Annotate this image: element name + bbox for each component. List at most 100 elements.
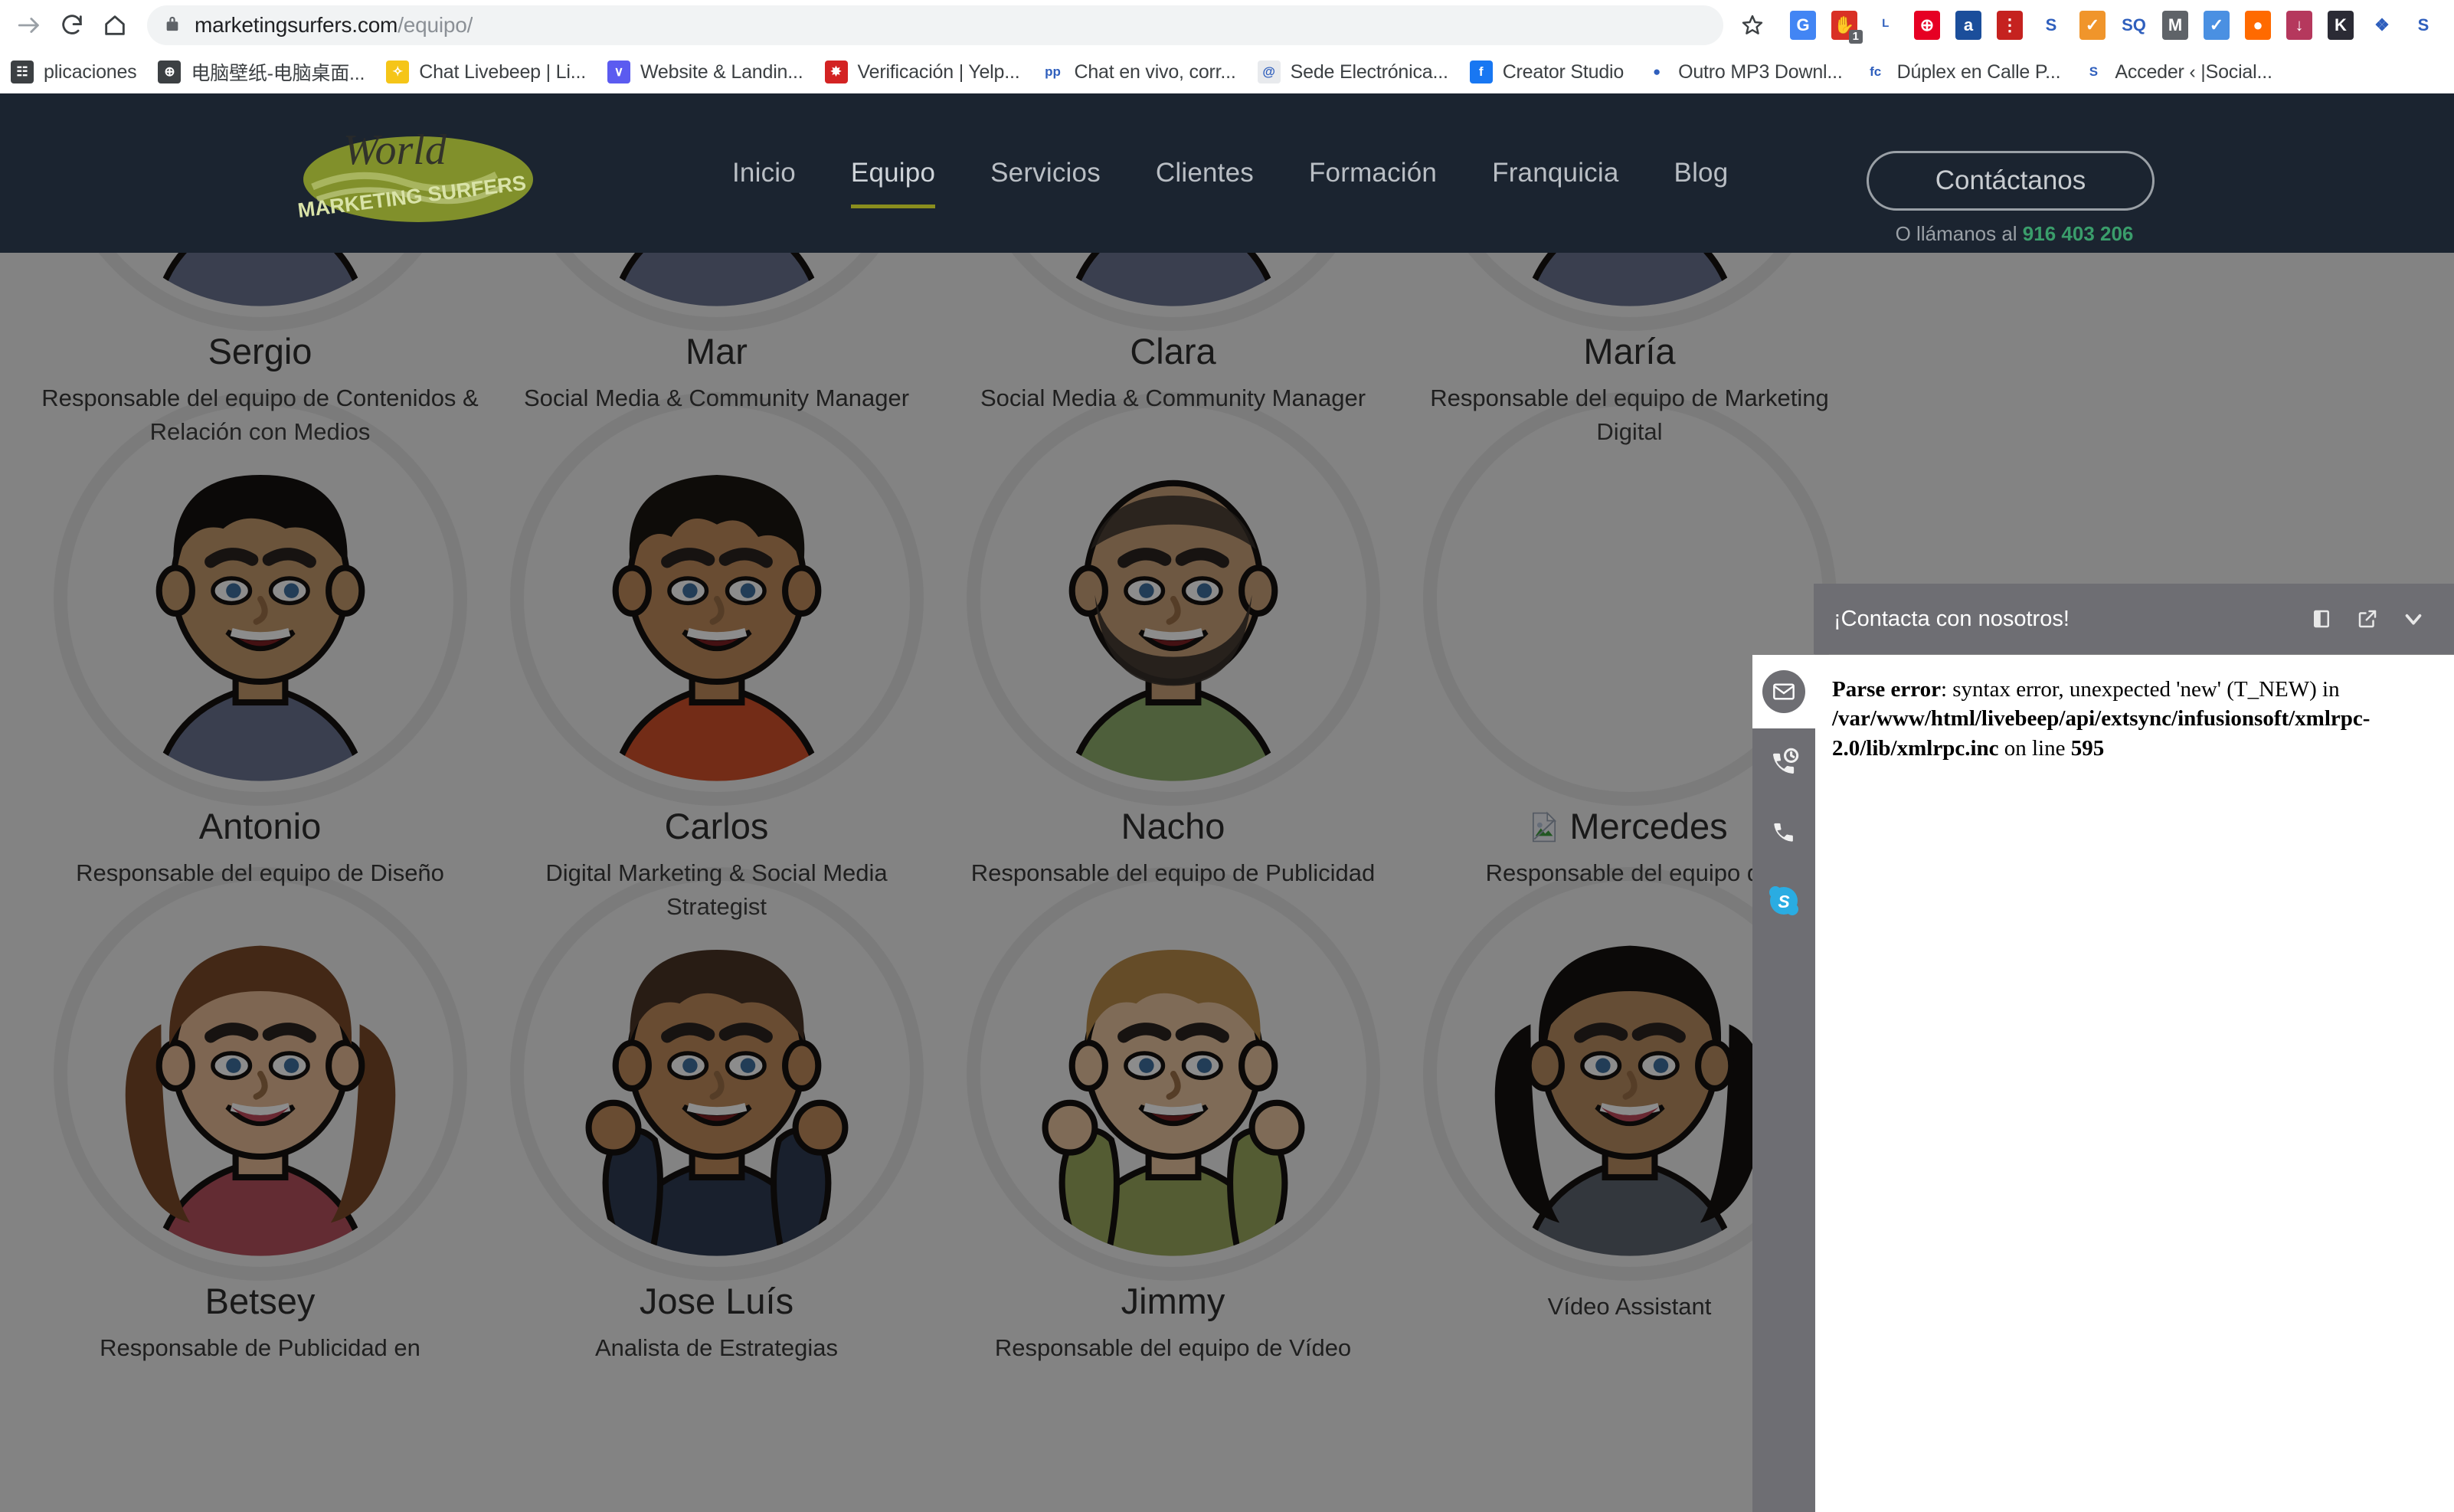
puzzle-extensions-menu[interactable]: ❖ <box>2362 4 2402 47</box>
phone-channel-button[interactable] <box>1752 797 1815 866</box>
bookmark-10[interactable]: S Acceder ‹ |Social... <box>2071 55 2282 89</box>
nav-item-label: Blog <box>1674 158 1729 188</box>
google-translate-extension[interactable]: G <box>1783 4 1823 47</box>
analytics-extension[interactable]: ᴸ <box>1866 4 1906 47</box>
nav-item-franquicia[interactable]: Franquicia <box>1464 158 1646 188</box>
home-button[interactable] <box>93 4 136 47</box>
bookmark-9[interactable]: fc Dúplex en Calle P... <box>1854 55 2072 89</box>
bookmark-0[interactable]: ☷ plicaciones <box>0 55 147 89</box>
bookmark-label: Acceder ‹ |Social... <box>2115 61 2272 83</box>
minimize-button[interactable] <box>2393 598 2434 640</box>
livebeep-extension[interactable]: S <box>2403 4 2443 47</box>
livebeep-chat-widget: ¡Contacta con nosotros! S Parse error: s… <box>1752 584 2454 1512</box>
majestic-extension[interactable]: M <box>2155 4 2195 47</box>
member-name: Antonio <box>198 806 322 846</box>
svg-text:World: World <box>343 126 447 174</box>
member-name: Sergio <box>208 331 312 371</box>
moz-extension-glyph: ⋮ <box>1997 11 2023 40</box>
site-logo[interactable]: World MARKETING SURFERS <box>282 116 573 231</box>
phone-number[interactable]: 916 403 206 <box>2023 222 2134 245</box>
reload-icon <box>62 15 82 34</box>
phone-line: O llámanos al 916 403 206 <box>1869 222 2160 246</box>
phone-prefix: O llámanos al <box>1895 222 2023 245</box>
bookmark-label: Creator Studio <box>1502 61 1625 83</box>
team-member-card[interactable]: Nacho Responsable del equipo de Publicida… <box>950 392 1396 890</box>
yelp-icon: ✸ <box>824 61 848 83</box>
analytics-extension-glyph: ᴸ <box>1873 11 1899 40</box>
team-member-card[interactable]: Betsey Responsable de Publicidad en <box>37 867 483 1365</box>
extensions-strip: G ✋ 1 ᴸ ⊕ a ⋮ S ✓ SQ M ✓ ● ↓ K ❖ S <box>1783 4 2446 47</box>
dock-panel-button[interactable] <box>2301 598 2342 640</box>
skype-icon: S <box>1769 886 1798 915</box>
member-name: Betsey <box>204 1281 316 1321</box>
bookmark-star-button[interactable] <box>1731 5 1774 45</box>
bookmark-label: plicaciones <box>44 61 137 83</box>
bookmark-3[interactable]: ∨ Website & Landin... <box>597 55 814 89</box>
browser-toolbar: marketingsurfers.com/equipo/ G ✋ 1 ᴸ ⊕ a ⋮ S ✓ SQ… <box>0 0 2454 51</box>
nav-item-inicio[interactable]: Inicio <box>705 158 823 188</box>
moz-extension[interactable]: ⋮ <box>1990 4 2030 47</box>
semrush-extension[interactable]: S <box>2031 4 2071 47</box>
avatar <box>509 867 924 1281</box>
team-member-card[interactable]: Jose Luís Analista de Estrategias <box>493 867 940 1365</box>
member-name: María <box>1583 331 1676 371</box>
nav-item-label: Clientes <box>1155 158 1254 188</box>
avatar-illustration <box>54 392 467 806</box>
avatar-illustration <box>967 392 1380 806</box>
adblock-extension[interactable]: ✋ 1 <box>1824 4 1864 47</box>
blue-check-extension-glyph: ✓ <box>2204 11 2230 40</box>
seoquake-extension[interactable]: SQ <box>2114 4 2154 47</box>
chat-header: ¡Contacta con nosotros! <box>1814 584 2454 654</box>
nav-item-blog[interactable]: Blog <box>1647 158 1756 188</box>
bookmark-2[interactable]: ✧ Chat Livebeep | Li... <box>375 55 597 89</box>
pipedrive-icon: pp <box>1041 61 1065 83</box>
blue-check-extension[interactable]: ✓ <box>2197 4 2236 47</box>
bookmark-8[interactable]: ● Outro MP3 Downl... <box>1634 55 1854 89</box>
contact-button[interactable]: Contáctanos <box>1867 151 2155 211</box>
avatar-illustration <box>510 867 924 1281</box>
popout-window-button[interactable] <box>2347 598 2388 640</box>
arrow-right-icon <box>18 18 39 33</box>
callback-channel-button[interactable] <box>1752 728 1815 797</box>
nav-item-formacin[interactable]: Formación <box>1281 158 1464 188</box>
nav-item-equipo[interactable]: Equipo <box>823 158 963 208</box>
bookmark-1[interactable]: ⊕ 电脑壁纸-电脑桌面... <box>147 55 375 89</box>
puzzle-extensions-menu-glyph: ❖ <box>2369 11 2395 40</box>
site-nav: Inicio Equipo Servicios Clientes Formación Fr… <box>705 93 1755 253</box>
fotocasa-icon: fc <box>1863 61 1887 83</box>
bookmark-6[interactable]: @ Sede Electrónica... <box>1247 55 1459 89</box>
check-orange-extension[interactable]: ✓ <box>2073 4 2112 47</box>
skype-channel-button[interactable]: S <box>1752 866 1815 935</box>
facebook-icon: f <box>1469 61 1493 83</box>
member-name: Carlos <box>664 806 769 846</box>
reload-button[interactable] <box>51 4 93 47</box>
bookmark-label: Chat Livebeep | Li... <box>419 61 586 83</box>
bookmark-7[interactable]: f Creator Studio <box>1459 55 1634 89</box>
alexa-extension[interactable]: a <box>1948 4 1988 47</box>
avatar-illustration <box>54 867 467 1281</box>
external-link-icon <box>2358 610 2377 628</box>
pinterest-extension[interactable]: ⊕ <box>1907 4 1947 47</box>
bookmark-5[interactable]: pp Chat en vivo, corr... <box>1030 55 1246 89</box>
team-member-card[interactable]: Carlos Digital Marketing & Social Media S… <box>493 392 940 924</box>
email-channel-button[interactable] <box>1752 655 1815 728</box>
kissmetrics-extension[interactable]: K <box>2321 4 2361 47</box>
google-translate-extension-glyph: G <box>1790 11 1816 40</box>
phone-icon <box>1774 823 1793 842</box>
team-member-card[interactable]: Jimmy Responsable del equipo de Vídeo <box>950 867 1396 1365</box>
contact-button-label: Contáctanos <box>1935 165 2086 195</box>
error-message: : syntax error, unexpected 'new' (T_NEW)… <box>1940 677 2340 702</box>
nav-item-servicios[interactable]: Servicios <box>963 158 1128 188</box>
download-extension[interactable]: ↓ <box>2279 4 2319 47</box>
team-member-card[interactable]: Antonio Responsable del equipo de Diseño <box>37 392 483 890</box>
avatar <box>509 392 924 806</box>
download-extension-glyph: ↓ <box>2286 11 2312 40</box>
nav-item-clientes[interactable]: Clientes <box>1128 158 1281 188</box>
address-bar[interactable]: marketingsurfers.com/equipo/ <box>147 5 1763 45</box>
chat-channel-rail: S <box>1752 655 1815 1512</box>
forward-button[interactable] <box>8 4 51 47</box>
color-wheel-extension[interactable]: ● <box>2238 4 2278 47</box>
member-role: Analista de Estrategias <box>594 1334 839 1362</box>
logo-icon: World MARKETING SURFERS <box>296 126 533 222</box>
bookmark-4[interactable]: ✸ Verificación | Yelp... <box>814 55 1031 89</box>
